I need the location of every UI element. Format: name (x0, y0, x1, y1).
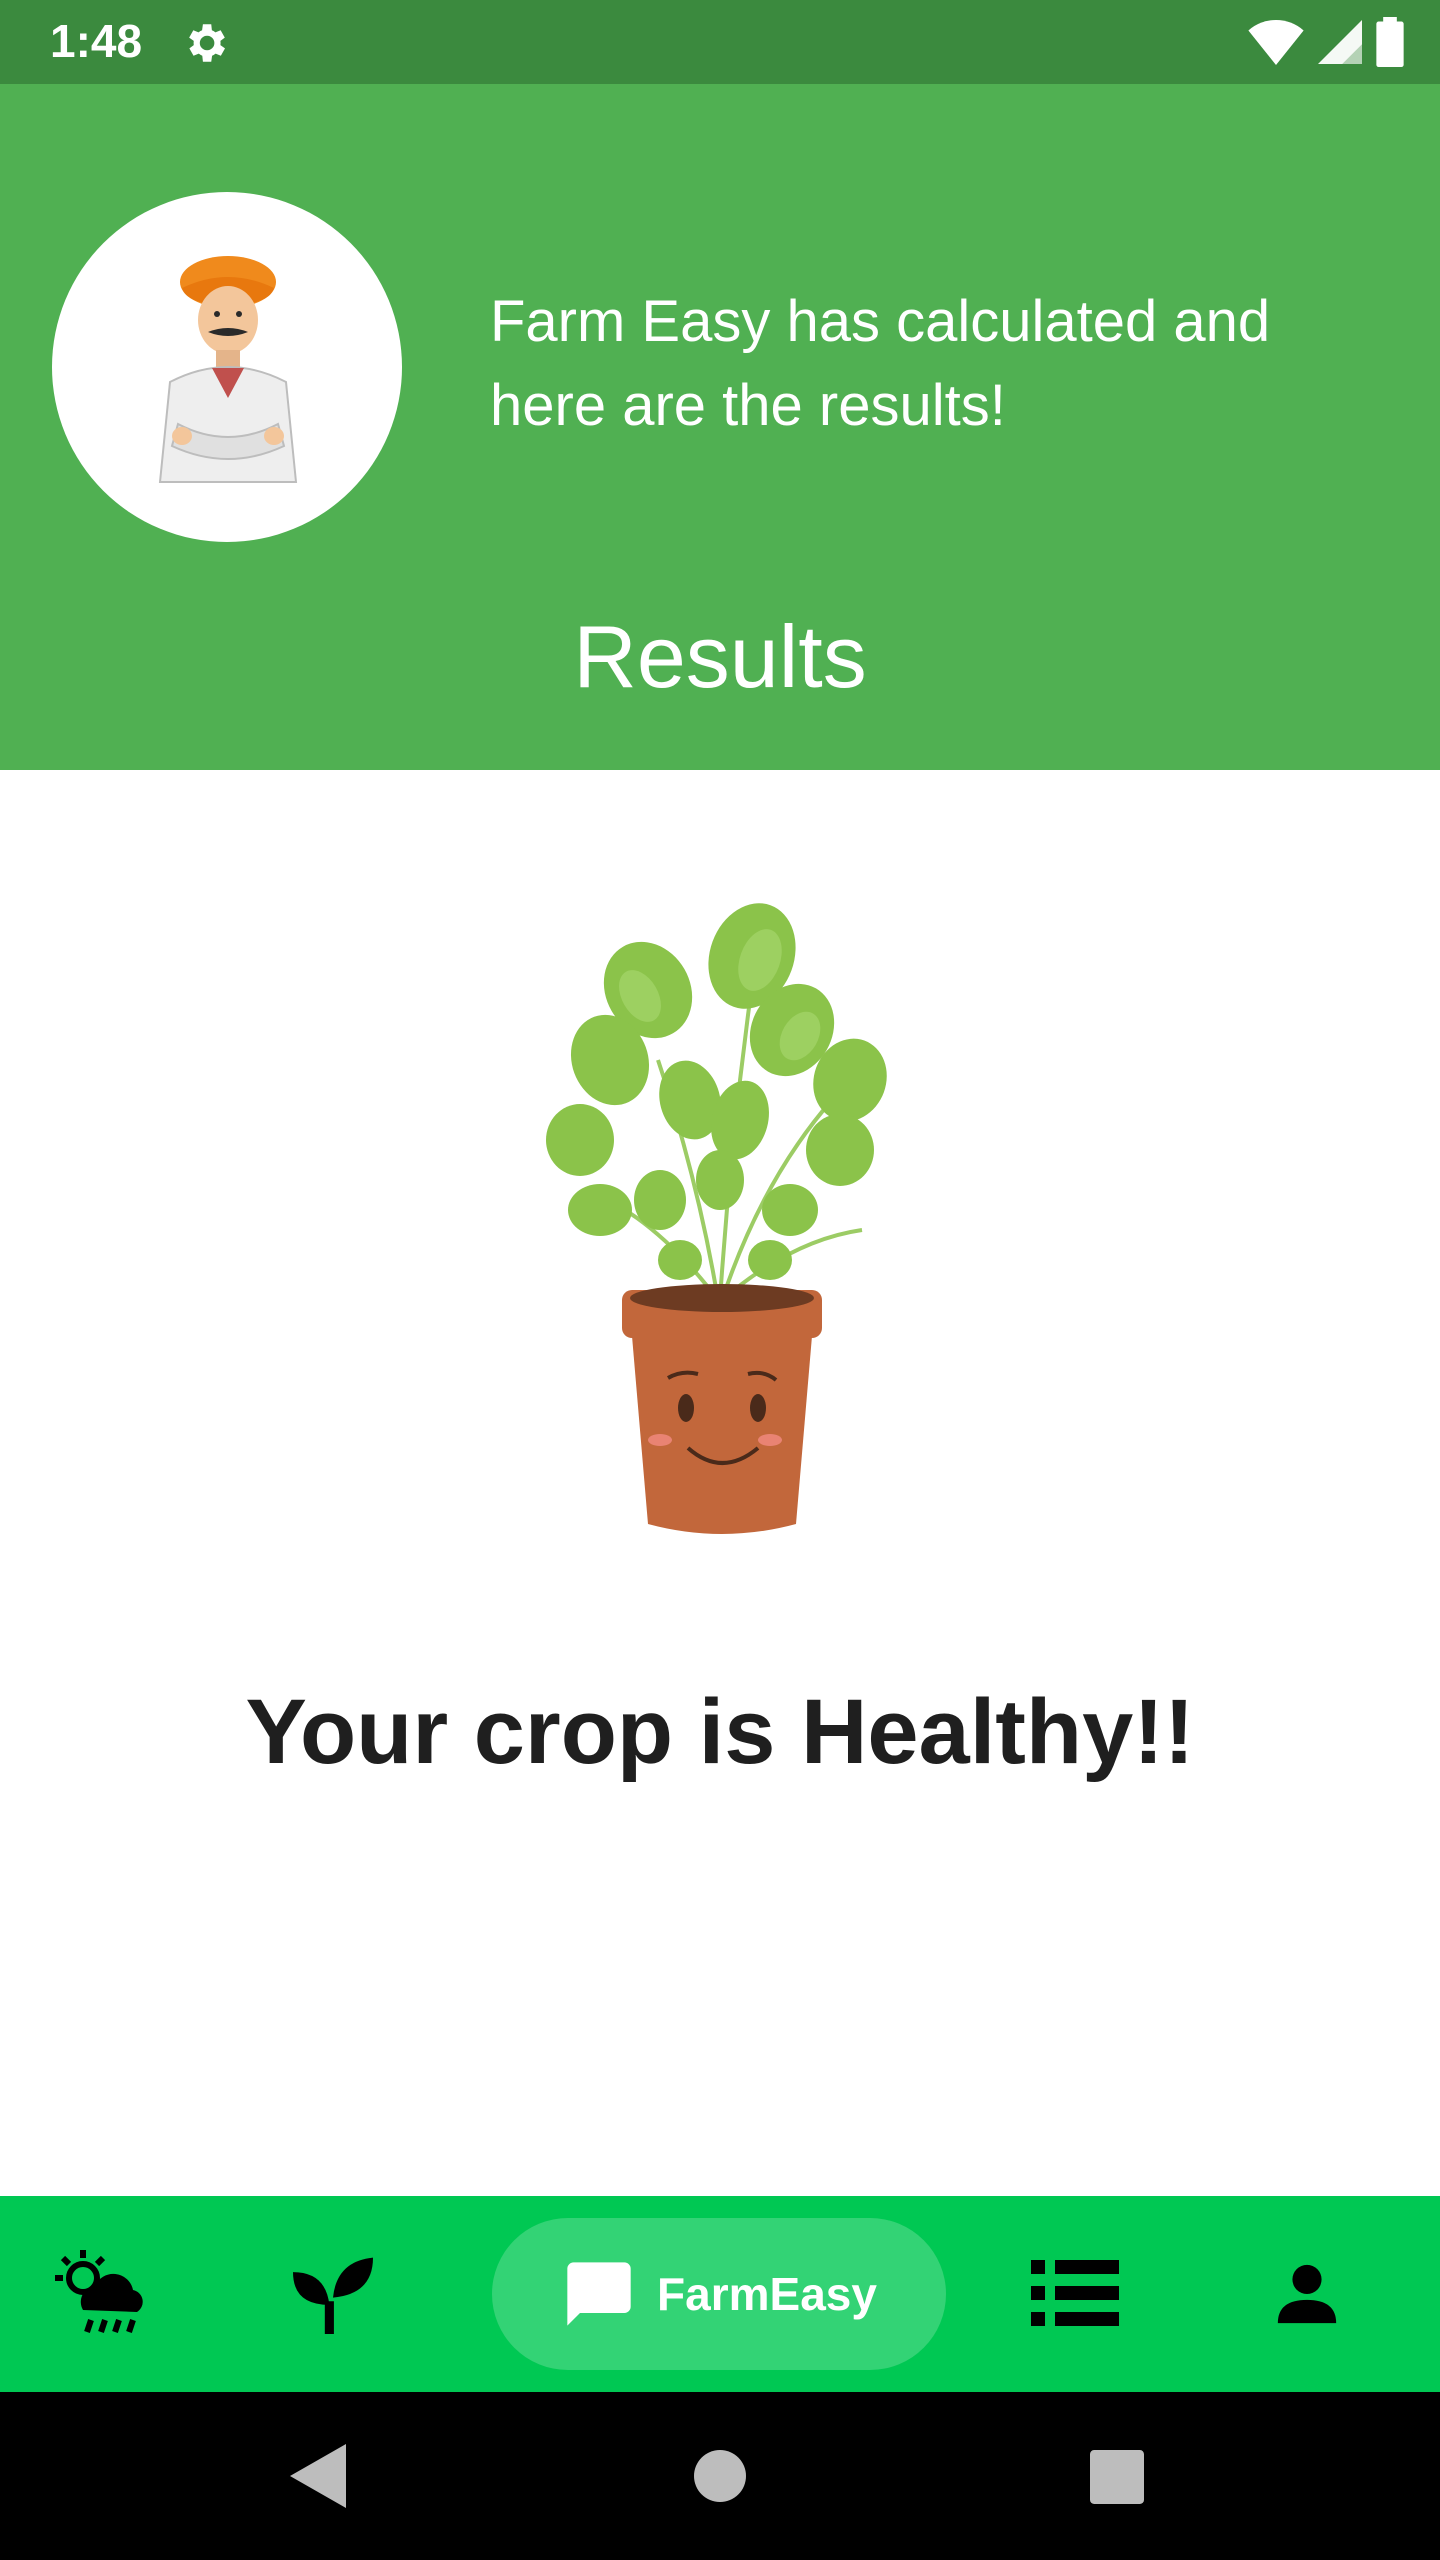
gear-icon (189, 24, 225, 62)
nav-item-label: FarmEasy (657, 2268, 877, 2320)
home-icon[interactable] (694, 2450, 746, 2502)
bottom-nav: FarmEasy (0, 2196, 1440, 2392)
wifi-icon (1248, 19, 1304, 65)
list-icon (1031, 2260, 1119, 2326)
battery-icon (1376, 17, 1404, 67)
nav-item-farmeasy[interactable]: FarmEasy (492, 2218, 946, 2370)
status-time: 1:48 (50, 15, 143, 67)
result-text: Your crop is Healthy!! (245, 1681, 1195, 1783)
recents-icon[interactable] (1090, 2450, 1144, 2504)
sprout-icon (293, 2257, 373, 2334)
status-bar: 1:48 (0, 0, 1440, 84)
person-icon (1277, 2264, 1337, 2324)
weather-icon (55, 2250, 143, 2333)
header-message: Farm Easy has calculated and here are th… (490, 289, 1271, 438)
farmer-illustration (158, 256, 298, 483)
farmer-avatar (52, 192, 402, 542)
page-title: Results (573, 607, 867, 706)
back-icon[interactable] (290, 2444, 346, 2508)
status-icons (1248, 16, 1404, 68)
signal-icon (1318, 20, 1362, 64)
nav-item-list[interactable] (1010, 2196, 1140, 2392)
smiling-plant-illustration (546, 903, 887, 1534)
nav-item-weather[interactable] (40, 2196, 170, 2392)
chat-icon (567, 2262, 631, 2326)
nav-item-crops[interactable] (268, 2196, 398, 2392)
nav-item-profile[interactable] (1242, 2196, 1372, 2392)
results-header: Farm Easy has calculated and here are th… (0, 84, 1440, 770)
system-nav-bar (0, 2392, 1440, 2560)
